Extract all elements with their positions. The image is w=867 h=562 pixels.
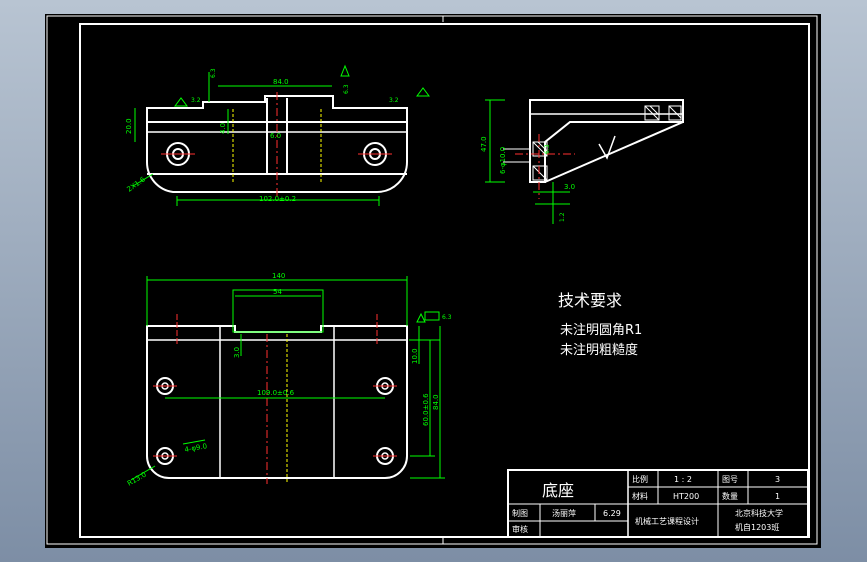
front-dim-hole-spacing: 109.0±0.6: [257, 389, 295, 397]
drawn-by: 汤丽萍: [552, 508, 576, 518]
top-rough-small-right: 3.2: [389, 97, 399, 104]
side-rough-center: 6.3: [544, 144, 551, 154]
top-dim-slot: 6.0: [270, 132, 281, 140]
top-rough-right: 6.3: [343, 84, 350, 94]
top-dim-radius: 2X1.6: [126, 175, 148, 194]
drawing-no-value: 3: [775, 475, 780, 484]
top-view: 84.0 102.0±0.2 20.0 4.0 6.0 2X1.6 6.3 6.…: [125, 64, 430, 206]
technical-requirements: 技术要求 未注明圆角R1 未注明粗糙度: [558, 291, 642, 358]
front-dim-radius: R13.0: [126, 471, 148, 488]
drawn-date: 6.29: [603, 509, 621, 518]
front-view: 140 54 109.0±0.6 3.0 10.0 60.0±0.6 84.0 …: [126, 272, 452, 488]
side-dim-height: 47.0: [480, 136, 488, 152]
top-rough-small-left: 3.2: [191, 97, 201, 104]
front-dim-slot-width: 54: [273, 288, 282, 296]
side-dim-bore: 6-φ10.0: [499, 147, 507, 174]
top-dim-top: 84.0: [273, 78, 289, 86]
material-label: 材料: [632, 491, 648, 501]
front-rough: 6.3: [442, 314, 452, 321]
drawing-sheet: 84.0 102.0±0.2 20.0 4.0 6.0 2X1.6 6.3 6.…: [46, 15, 818, 545]
top-rough-left: 6.3: [210, 68, 217, 78]
scale-value: 1 : 2: [674, 475, 692, 484]
material-value: HT200: [673, 492, 699, 501]
front-dim-right-top: 10.0: [411, 348, 419, 364]
front-dim-width: 140: [272, 272, 285, 280]
front-dim-slot-depth: 3.0: [233, 347, 241, 358]
part-name: 底座: [542, 481, 574, 500]
front-dim-holes: 4-φ9.0: [184, 442, 208, 454]
front-dim-right-mid: 60.0±0.6: [422, 393, 430, 426]
drawn-label: 制图: [512, 508, 528, 518]
side-dim-step: 3.0: [564, 183, 575, 191]
side-dim-small: 1.2: [559, 212, 566, 222]
qty-value: 1: [775, 492, 780, 501]
front-dim-right-total: 84.0: [432, 394, 440, 410]
tech-req-heading: 技术要求: [558, 291, 622, 310]
top-dim-left: 20.0: [125, 118, 133, 134]
tech-req-line2: 未注明粗糙度: [560, 342, 638, 358]
checked-label: 审核: [512, 524, 528, 534]
drawing-canvas[interactable]: 84.0 102.0±0.2 20.0 4.0 6.0 2X1.6 6.3 6.…: [45, 14, 821, 548]
scale-label: 比例: [632, 474, 648, 484]
qty-label: 数量: [722, 491, 738, 501]
school-name: 北京科技大学: [735, 508, 783, 518]
course-name: 机械工艺课程设计: [635, 516, 699, 526]
tech-req-line1: 未注明圆角R1: [560, 323, 642, 338]
side-view: 47.0 6-φ10.0 3.0 1.2 6.3: [480, 99, 684, 224]
top-dim-bottom: 102.0±0.2: [259, 195, 296, 203]
drawing-no-label: 图号: [722, 475, 738, 484]
class-name: 机自1203班: [735, 522, 779, 532]
top-dim-mid: 4.0: [219, 123, 227, 134]
